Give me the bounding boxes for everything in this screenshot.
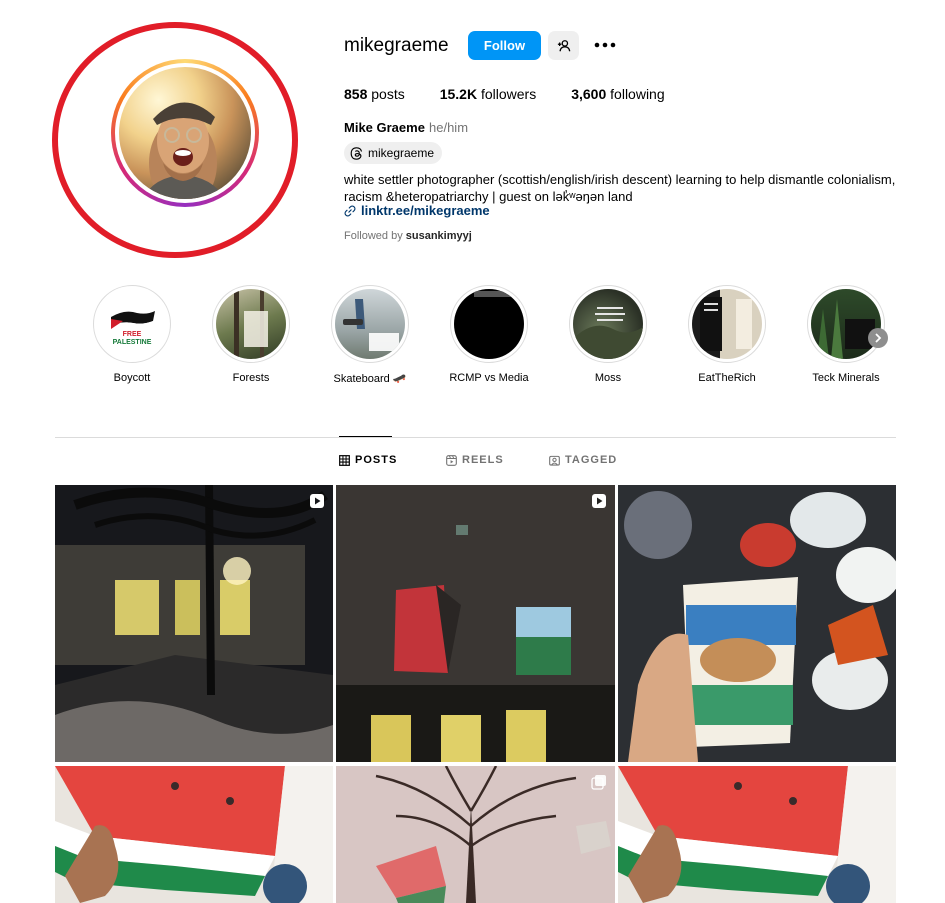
more-options-icon bbox=[594, 42, 616, 48]
profile-stats: 858 posts 15.2K followers 3,600 followin… bbox=[344, 86, 700, 102]
tab-reels[interactable]: REELS bbox=[446, 454, 504, 466]
profile-link[interactable]: linktr.ee/mikegraeme bbox=[344, 203, 490, 218]
profile-bio: white settler photographer (scottish/eng… bbox=[344, 172, 896, 204]
post-thumbnail[interactable] bbox=[336, 766, 615, 903]
svg-text:FREE: FREE bbox=[123, 331, 142, 338]
reel-icon bbox=[310, 494, 324, 508]
followers-stat[interactable]: 15.2K followers bbox=[440, 86, 537, 102]
post-thumbnail[interactable] bbox=[55, 766, 333, 903]
highlight-rcmp-vs-media[interactable]: RCMP vs Media bbox=[444, 285, 534, 384]
tabs-divider bbox=[55, 437, 896, 438]
active-tab-indicator bbox=[339, 436, 392, 437]
tab-posts[interactable]: POSTS bbox=[339, 454, 397, 466]
tab-tagged[interactable]: TAGGED bbox=[549, 454, 617, 466]
threads-icon bbox=[350, 146, 363, 160]
reels-icon bbox=[446, 454, 457, 466]
post-thumbnail[interactable] bbox=[618, 766, 896, 903]
threads-handle: mikegraeme bbox=[368, 146, 435, 160]
following-stat[interactable]: 3,600 following bbox=[571, 86, 664, 102]
profile-link-text[interactable]: linktr.ee/mikegraeme bbox=[361, 203, 490, 218]
profile-full-name: Mike Graeme bbox=[344, 120, 425, 135]
svg-text:PALESTINE: PALESTINE bbox=[113, 339, 152, 346]
follow-button[interactable]: Follow bbox=[468, 31, 541, 60]
threads-badge[interactable]: mikegraeme bbox=[344, 142, 443, 164]
highlight-boycott[interactable]: FREE PALESTINE Boycott bbox=[87, 285, 177, 384]
carousel-icon bbox=[591, 775, 606, 790]
reel-icon bbox=[592, 494, 606, 508]
link-icon bbox=[344, 205, 356, 216]
post-thumbnail[interactable] bbox=[618, 485, 896, 762]
options-button[interactable] bbox=[592, 35, 618, 55]
highlight-eattherich[interactable]: EatTheRich bbox=[682, 285, 772, 384]
suggested-users-button[interactable] bbox=[548, 31, 579, 60]
highlights-next-button[interactable] bbox=[868, 328, 888, 348]
posts-stat: 858 posts bbox=[344, 86, 405, 102]
post-thumbnail[interactable] bbox=[336, 485, 615, 762]
chevron-right-icon bbox=[875, 333, 882, 343]
highlight-forests[interactable]: Forests bbox=[206, 285, 296, 384]
grid-icon bbox=[339, 454, 350, 466]
highlight-moss[interactable]: Moss bbox=[563, 285, 653, 384]
tagged-icon bbox=[549, 455, 560, 466]
profile-avatar[interactable] bbox=[111, 59, 259, 207]
profile-username: mikegraeme bbox=[344, 35, 449, 56]
highlight-skateboard[interactable]: Skateboard 🛹 bbox=[325, 285, 415, 385]
followed-by[interactable]: Followed by susankimyyj bbox=[344, 230, 472, 242]
profile-pronouns: he/him bbox=[429, 120, 469, 135]
add-user-icon bbox=[557, 39, 570, 51]
post-thumbnail[interactable] bbox=[55, 485, 333, 762]
